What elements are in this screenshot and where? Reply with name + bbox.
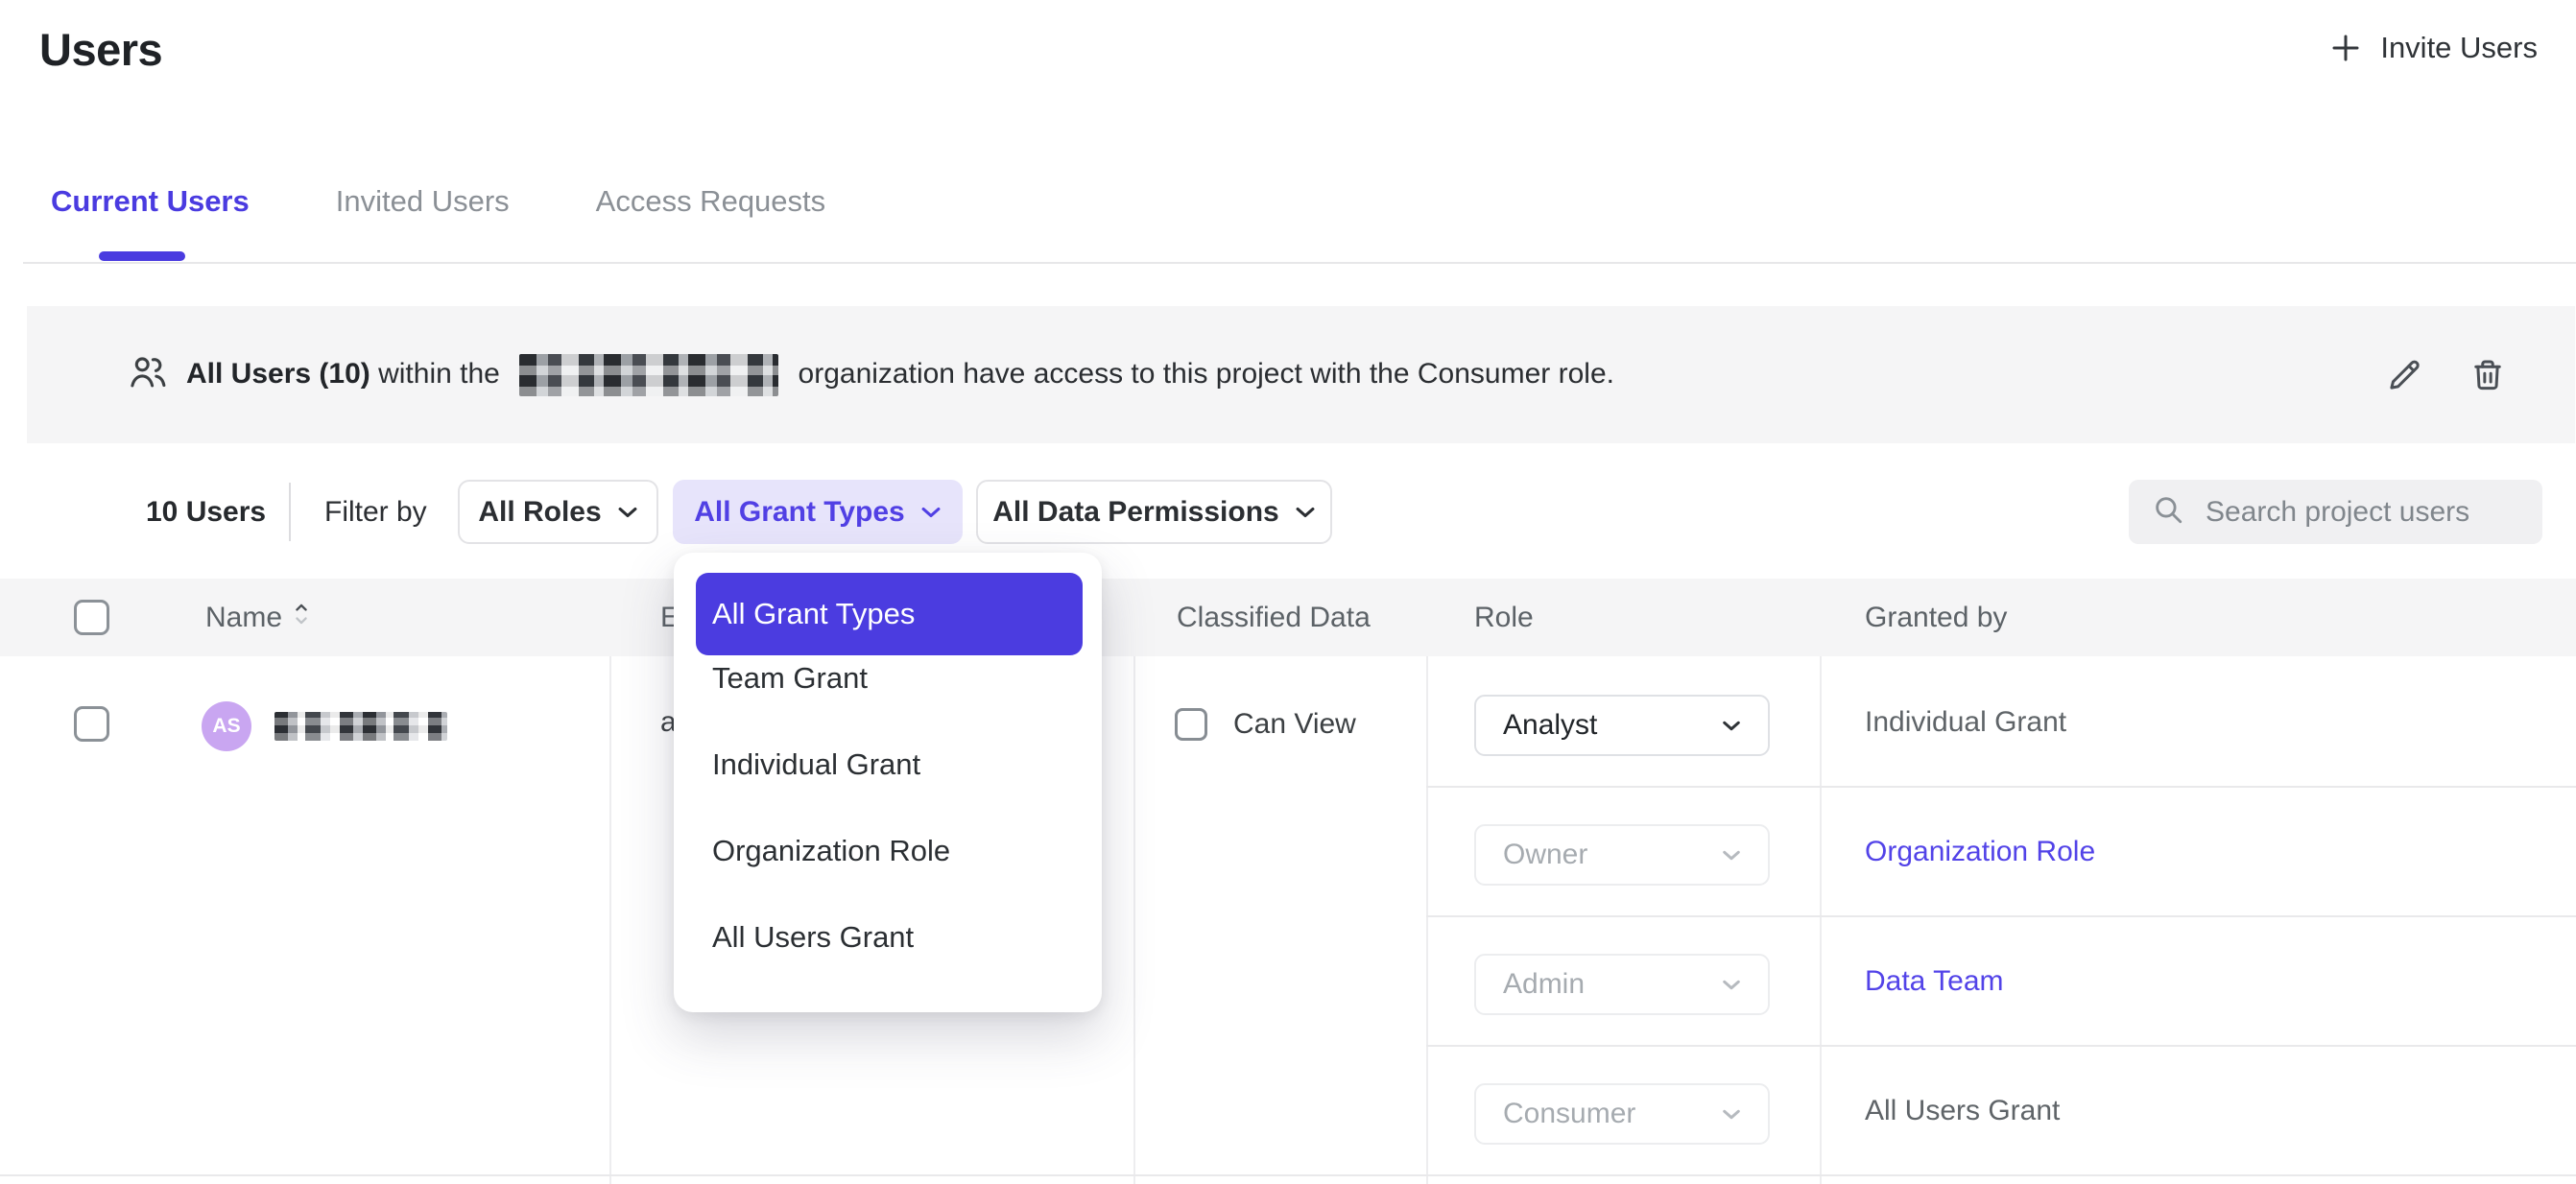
search-input[interactable] <box>2206 496 2519 529</box>
can-view-label: Can View <box>1233 708 1356 741</box>
invite-users-label: Invite Users <box>2380 31 2538 65</box>
col-classified-data: Classified Data <box>1177 602 1371 634</box>
filter-all-roles[interactable]: All Roles <box>458 480 658 544</box>
chevron-down-icon <box>1295 506 1316 519</box>
column-divider <box>609 656 611 1184</box>
table-header: Name E Classified Data Role Granted by <box>0 579 2576 656</box>
column-divider <box>1426 656 1428 1184</box>
dropdown-item-all-grant-types[interactable]: All Grant Types <box>696 573 1083 655</box>
table-body: AS a Can View Analyst Individual Grant O… <box>0 656 2576 1184</box>
plus-icon <box>2328 31 2363 65</box>
pencil-icon <box>2384 355 2424 395</box>
dropdown-item-all-users-grant[interactable]: All Users Grant <box>712 920 914 955</box>
role-select-analyst[interactable]: Analyst <box>1474 695 1770 756</box>
active-tab-underline <box>99 251 185 261</box>
granted-by-link[interactable]: Organization Role <box>1865 836 2095 868</box>
all-users-banner: All Users (10) within the organization h… <box>27 306 2575 443</box>
col-role: Role <box>1474 602 1534 634</box>
tabs-divider <box>23 262 2576 264</box>
edit-button[interactable] <box>2384 355 2424 395</box>
col-granted-by: Granted by <box>1865 602 2007 634</box>
banner-text-before: within the <box>378 357 500 389</box>
row-divider <box>0 1174 2576 1176</box>
granted-by-value: All Users Grant <box>1865 1095 2060 1127</box>
filter-all-grant-types[interactable]: All Grant Types <box>673 480 963 544</box>
delete-button[interactable] <box>2468 355 2508 395</box>
chevron-down-icon <box>1722 849 1741 862</box>
role-select-consumer: Consumer <box>1474 1083 1770 1145</box>
search-icon <box>2152 493 2184 531</box>
banner-message: All Users (10) within the organization h… <box>186 354 1614 396</box>
tab-access-requests[interactable]: Access Requests <box>596 184 826 219</box>
role-select-value: Owner <box>1503 839 1587 871</box>
filter-toolbar: 10 Users Filter by All Roles All Grant T… <box>0 480 2576 544</box>
column-divider <box>1820 656 1822 1184</box>
select-all-checkbox[interactable] <box>74 600 109 635</box>
dropdown-item-individual-grant[interactable]: Individual Grant <box>712 747 920 782</box>
users-group-icon <box>126 350 170 399</box>
banner-text-after: organization have access to this project… <box>799 357 1614 389</box>
avatar: AS <box>202 701 251 751</box>
dropdown-item-organization-role[interactable]: Organization Role <box>712 834 950 868</box>
role-select-value: Analyst <box>1503 709 1597 742</box>
role-select-value: Consumer <box>1503 1098 1635 1130</box>
col-name-label: Name <box>205 602 282 633</box>
column-divider <box>1133 656 1135 1184</box>
subrow-divider <box>1426 786 2576 788</box>
subrow-divider <box>1426 915 2576 917</box>
filter-all-grant-types-label: All Grant Types <box>694 496 905 529</box>
redacted-user-name <box>274 712 447 741</box>
filter-all-data-permissions[interactable]: All Data Permissions <box>976 480 1332 544</box>
role-select-admin: Admin <box>1474 954 1770 1015</box>
granted-by-value: Individual Grant <box>1865 706 2066 739</box>
chevron-down-icon <box>1722 720 1741 732</box>
chevron-down-icon <box>1722 979 1741 991</box>
chevron-down-icon <box>617 506 638 519</box>
row-checkbox[interactable] <box>74 706 109 742</box>
dropdown-item-team-grant[interactable]: Team Grant <box>712 661 868 696</box>
toolbar-divider <box>289 483 291 541</box>
banner-actions <box>2384 355 2508 395</box>
sort-icon[interactable] <box>294 602 309 634</box>
page-title: Users <box>39 23 162 76</box>
role-select-owner: Owner <box>1474 824 1770 886</box>
granted-by-link[interactable]: Data Team <box>1865 965 2004 998</box>
redacted-org-name <box>519 354 778 396</box>
users-page: Users Invite Users Current Users Invited… <box>0 0 2576 1184</box>
role-select-value: Admin <box>1503 968 1585 1001</box>
tab-current-users[interactable]: Current Users <box>51 184 250 219</box>
filter-all-data-permissions-label: All Data Permissions <box>992 496 1278 529</box>
col-name[interactable]: Name <box>205 602 309 634</box>
filter-by-label: Filter by <box>324 496 427 529</box>
grant-types-dropdown-menu: All Grant Types Team Grant Individual Gr… <box>674 553 1102 1012</box>
users-count: 10 Users <box>146 496 266 529</box>
trash-icon <box>2468 355 2508 395</box>
banner-bold-text: All Users (10) <box>186 357 370 389</box>
search-box <box>2129 480 2542 544</box>
can-view-checkbox[interactable] <box>1175 708 1207 741</box>
chevron-down-icon <box>920 506 942 519</box>
filter-all-roles-label: All Roles <box>478 496 601 529</box>
subrow-divider <box>1426 1045 2576 1047</box>
tab-bar: Current Users Invited Users Access Reque… <box>51 184 825 219</box>
chevron-down-icon <box>1722 1108 1741 1121</box>
tab-invited-users[interactable]: Invited Users <box>336 184 510 219</box>
invite-users-button[interactable]: Invite Users <box>2328 31 2538 65</box>
